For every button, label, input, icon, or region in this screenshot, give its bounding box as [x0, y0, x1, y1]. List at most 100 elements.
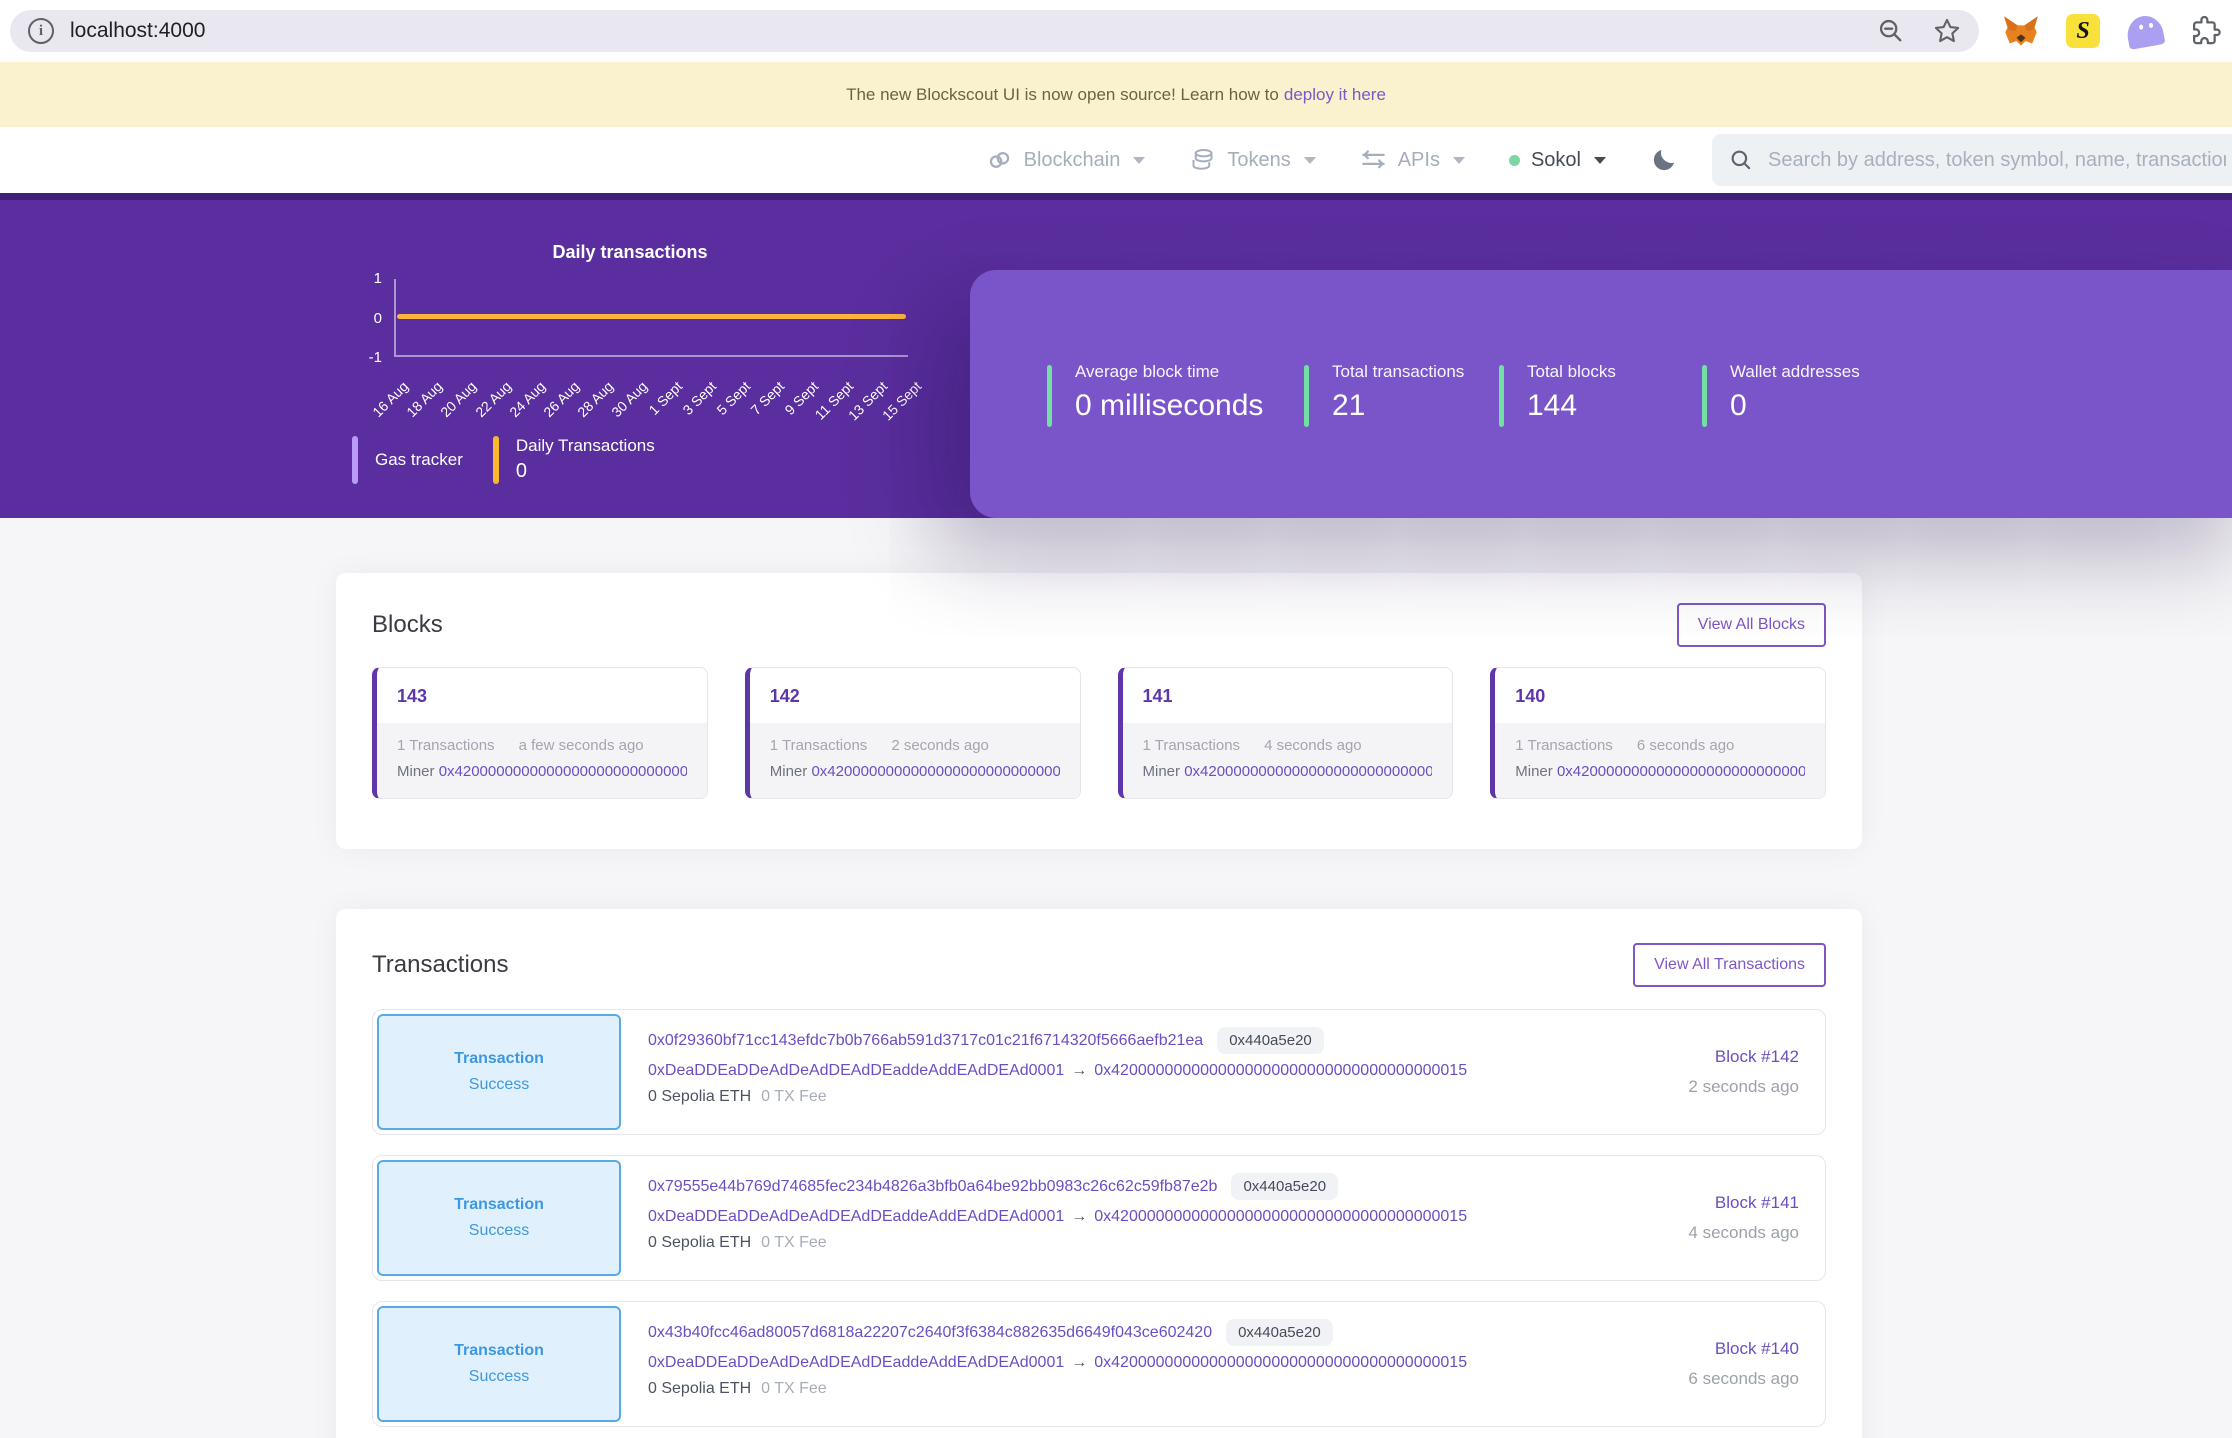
- stat-value: 0: [1730, 389, 1860, 423]
- view-all-transactions-button[interactable]: View All Transactions: [1633, 943, 1826, 987]
- screen: i localhost:4000 S The new Blockscout UI…: [0, 0, 2232, 1438]
- tx-hash-link[interactable]: 0x79555e44b769d74685fec234b4826a3bfb0a64…: [648, 1178, 1217, 1196]
- tx-age: 4 seconds ago: [1688, 1223, 1799, 1243]
- tx-hash-link[interactable]: 0x43b40fcc46ad80057d6818a22207c2640f3f63…: [648, 1324, 1212, 1342]
- site-info-icon[interactable]: i: [28, 18, 54, 44]
- deploy-link[interactable]: deploy it here: [1284, 85, 1386, 105]
- transactions-panel: Transactions View All Transactions Trans…: [336, 909, 1862, 1438]
- transaction-status-badge: Transaction Success: [377, 1160, 621, 1276]
- search-box[interactable]: [1712, 134, 2232, 186]
- chart-y-axis: 10-1: [352, 270, 394, 366]
- stat-total-transactions: Total transactions 21: [1304, 362, 1499, 427]
- extensions-row: S: [2003, 13, 2222, 49]
- block-tx-count: 1 Transactions: [1143, 737, 1241, 754]
- gas-tracker-item[interactable]: Gas tracker: [352, 436, 463, 484]
- transaction-row: Transaction Success 0x43b40fcc46ad80057d…: [372, 1301, 1826, 1427]
- tx-value: 0 Sepolia ETH: [648, 1380, 751, 1397]
- stat-value: 21: [1332, 389, 1464, 423]
- stat-total-blocks: Total blocks 144: [1499, 362, 1702, 427]
- stat-value: 144: [1527, 389, 1616, 423]
- arrow-icon: →: [1064, 1354, 1094, 1371]
- block-card: 143 1 Transactions a few seconds ago Min…: [372, 667, 708, 799]
- badge-type: Transaction: [454, 1050, 544, 1068]
- miner-address-link[interactable]: 0x42000000000000000000000000000...: [1557, 763, 1805, 780]
- tx-from-link[interactable]: 0xDeaDDEaDDeAdDeAdDEAdDEaddeAddEAdDEAd00…: [648, 1354, 1064, 1371]
- nav-blockchain-label: Blockchain: [1024, 149, 1121, 172]
- tx-to-link[interactable]: 0x42000000000000000000000000000000000000…: [1094, 1354, 1467, 1371]
- block-tx-count: 1 Transactions: [397, 737, 495, 754]
- badge-status: Success: [469, 1076, 529, 1094]
- daily-transactions-chart: Daily transactions 10-1 16 Aug18 Aug20 A…: [352, 242, 908, 450]
- tx-hash-link[interactable]: 0x0f29360bf71cc143efdc7b0b766ab591d3717c…: [648, 1032, 1203, 1050]
- chart-plot-area: [394, 279, 908, 357]
- tx-block-link[interactable]: Block #141: [1715, 1193, 1799, 1213]
- blocks-title: Blocks: [372, 611, 443, 639]
- badge-status: Success: [469, 1368, 529, 1386]
- s-extension-icon[interactable]: S: [2066, 14, 2100, 48]
- stat-average-block-time: Average block time 0 milliseconds: [1047, 362, 1304, 427]
- network-selector[interactable]: Sokol: [1509, 149, 1606, 172]
- metamask-extension-icon[interactable]: [2003, 13, 2039, 49]
- tx-fee: 0 TX Fee: [761, 1380, 827, 1397]
- tx-to-link[interactable]: 0x42000000000000000000000000000000000000…: [1094, 1062, 1467, 1079]
- search-input[interactable]: [1768, 149, 2226, 172]
- block-card: 140 1 Transactions 6 seconds ago Miner 0…: [1490, 667, 1826, 799]
- block-number-link[interactable]: 141: [1143, 686, 1173, 706]
- url-text[interactable]: localhost:4000: [70, 19, 1877, 43]
- transaction-status-badge: Transaction Success: [377, 1014, 621, 1130]
- chevron-down-icon: [1594, 157, 1606, 164]
- moon-icon: [1650, 146, 1678, 174]
- tx-value: 0 Sepolia ETH: [648, 1088, 751, 1105]
- block-age: 4 seconds ago: [1264, 737, 1362, 754]
- gas-tracker-label: Gas tracker: [375, 450, 463, 470]
- nav-tokens[interactable]: Tokens: [1189, 147, 1315, 174]
- stat-label: Wallet addresses: [1730, 362, 1860, 382]
- transactions-list: Transaction Success 0x0f29360bf71cc143ef…: [372, 1009, 1826, 1427]
- network-status-dot: [1509, 155, 1520, 166]
- banner-text: The new Blockscout UI is now open source…: [846, 85, 1279, 105]
- tx-method-tag: 0x440a5e20: [1226, 1319, 1333, 1346]
- tx-to-link[interactable]: 0x42000000000000000000000000000000000000…: [1094, 1208, 1467, 1225]
- block-number-link[interactable]: 142: [770, 686, 800, 706]
- miner-address-link[interactable]: 0x42000000000000000000000000000...: [811, 763, 1059, 780]
- chain-link-icon: [986, 147, 1013, 174]
- nav-blockchain[interactable]: Blockchain: [986, 147, 1146, 174]
- tx-block-link[interactable]: Block #142: [1715, 1047, 1799, 1067]
- zoom-out-icon[interactable]: [1877, 17, 1905, 45]
- miner-address-link[interactable]: 0x42000000000000000000000000000...: [1184, 763, 1432, 780]
- dark-mode-toggle[interactable]: [1650, 146, 1678, 174]
- nav-apis[interactable]: APIs: [1360, 147, 1465, 174]
- chart-title: Daily transactions: [352, 242, 908, 263]
- bookmark-star-icon[interactable]: [1933, 17, 1961, 45]
- miner-label: Miner: [1515, 763, 1553, 780]
- chevron-down-icon: [1453, 157, 1465, 164]
- phantom-extension-icon[interactable]: [2125, 13, 2166, 50]
- stat-label: Average block time: [1075, 362, 1263, 382]
- block-age: a few seconds ago: [519, 737, 644, 754]
- coins-icon: [1189, 147, 1216, 174]
- tx-method-tag: 0x440a5e20: [1231, 1173, 1338, 1200]
- dashboard-hero: Daily transactions 10-1 16 Aug18 Aug20 A…: [0, 193, 2232, 518]
- transactions-title: Transactions: [372, 951, 509, 979]
- tx-age: 6 seconds ago: [1688, 1369, 1799, 1389]
- nav-tokens-label: Tokens: [1227, 149, 1290, 172]
- daily-transactions-label: Daily Transactions: [516, 436, 655, 456]
- daily-transactions-item: Daily Transactions 0: [493, 436, 655, 484]
- address-bar[interactable]: i localhost:4000: [10, 10, 1979, 52]
- tx-method-tag: 0x440a5e20: [1217, 1027, 1324, 1054]
- chart-legend: Gas tracker Daily Transactions 0: [352, 436, 655, 484]
- chevron-down-icon: [1304, 157, 1316, 164]
- block-tx-count: 1 Transactions: [770, 737, 868, 754]
- daily-transactions-bar: [493, 436, 499, 484]
- extensions-puzzle-icon[interactable]: [2190, 15, 2222, 47]
- miner-address-link[interactable]: 0x42000000000000000000000000000...: [439, 763, 687, 780]
- block-number-link[interactable]: 143: [397, 686, 427, 706]
- announcement-banner: The new Blockscout UI is now open source…: [0, 62, 2232, 127]
- arrow-icon: →: [1064, 1208, 1094, 1225]
- tx-block-link[interactable]: Block #140: [1715, 1339, 1799, 1359]
- view-all-blocks-button[interactable]: View All Blocks: [1677, 603, 1826, 647]
- arrow-icon: →: [1064, 1062, 1094, 1079]
- block-number-link[interactable]: 140: [1515, 686, 1545, 706]
- tx-from-link[interactable]: 0xDeaDDEaDDeAdDeAdDEAdDEaddeAddEAdDEAd00…: [648, 1062, 1064, 1079]
- tx-from-link[interactable]: 0xDeaDDEaDDeAdDeAdDEAdDEaddeAddEAdDEAd00…: [648, 1208, 1064, 1225]
